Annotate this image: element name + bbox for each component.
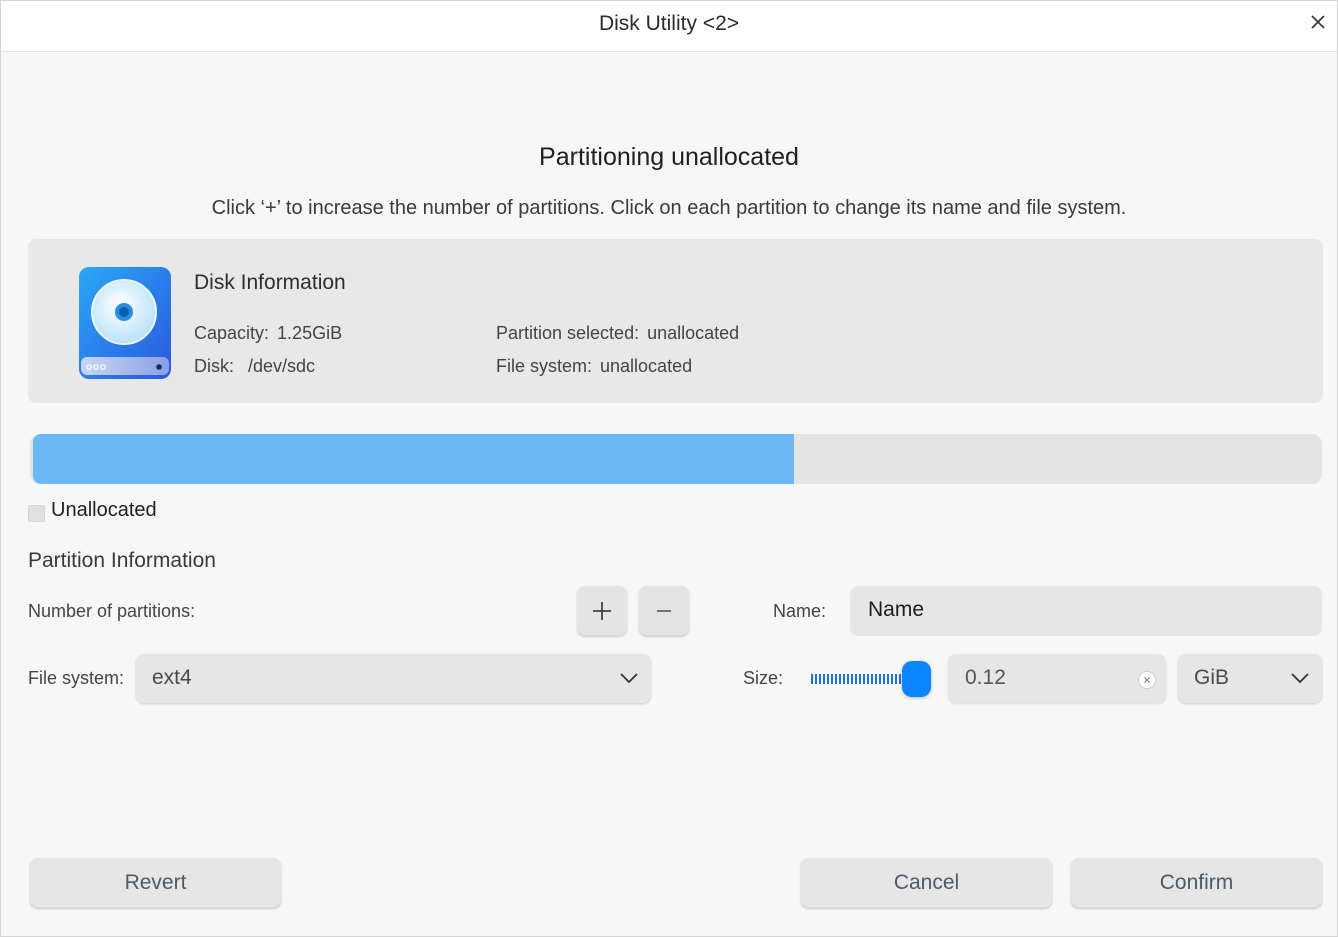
disk-row: Disk: /dev/sdc [194, 356, 315, 377]
partition-name-value: Name [868, 598, 925, 621]
size-slider[interactable] [809, 660, 935, 698]
unallocated-legend-swatch [28, 505, 45, 522]
cancel-button[interactable]: Cancel [801, 858, 1052, 908]
disk-utility-window: Disk Utility <2> Partitioning unallocate… [0, 0, 1338, 937]
window-title: Disk Utility <2> [598, 12, 740, 35]
title-bar: Disk Utility <2> [1, 1, 1337, 52]
disk-information-card: Disk Information Capacity: 1.25GiB Disk: /… [28, 239, 1323, 403]
size-unit-value: GiB [1194, 666, 1230, 689]
minus-icon [657, 610, 671, 612]
plus-icon [593, 602, 611, 620]
clear-icon[interactable] [1138, 671, 1156, 689]
capacity-value: 1.25GiB [277, 323, 343, 343]
file-system-info-row: File system: unallocated [496, 356, 692, 377]
disk-information-title: Disk Information [194, 271, 346, 294]
size-slider-track [811, 674, 903, 684]
name-label: Name: [773, 601, 827, 621]
close-icon [1311, 15, 1325, 29]
partition-selected-row: Partition selected: unallocated [496, 323, 739, 344]
chevron-down-icon [620, 673, 638, 684]
partition-selected-value: unallocated [647, 323, 740, 343]
revert-button[interactable]: Revert [30, 858, 281, 908]
partition-selected-label: Partition selected: [496, 323, 640, 343]
partition-segment[interactable] [33, 434, 794, 484]
disk-value: /dev/sdc [248, 356, 316, 376]
file-system-info-value: unallocated [600, 356, 693, 376]
file-system-selected-value: ext4 [152, 666, 192, 689]
close-button[interactable] [1305, 9, 1331, 35]
capacity-label: Capacity: [194, 323, 270, 343]
confirm-button[interactable]: Confirm [1071, 858, 1322, 908]
partition-bar[interactable] [30, 434, 1322, 484]
hard-disk-icon [79, 267, 171, 379]
size-label: Size: [743, 668, 784, 688]
partition-information-title: Partition Information [28, 549, 216, 572]
page-title: Partitioning unallocated [539, 143, 799, 171]
size-unit-select[interactable]: GiB [1178, 654, 1322, 703]
chevron-down-icon [1291, 673, 1309, 684]
add-partition-button[interactable] [577, 586, 627, 636]
remove-partition-button[interactable] [639, 586, 689, 636]
disk-label: Disk: [194, 356, 234, 376]
file-system-select[interactable]: ext4 [136, 654, 651, 703]
size-input[interactable]: 0.12 [948, 654, 1166, 703]
page-instructions: Click ‘+’ to increase the number of part… [211, 197, 1127, 219]
size-slider-handle[interactable] [902, 661, 931, 697]
partition-name-input[interactable]: Name [850, 586, 1322, 636]
number-of-partitions-label: Number of partitions: [28, 601, 196, 621]
unallocated-legend-label: Unallocated [51, 499, 157, 521]
file-system-info-label: File system: [496, 356, 593, 376]
file-system-label: File system: [28, 668, 125, 688]
size-value: 0.12 [965, 666, 1006, 689]
capacity-row: Capacity: 1.25GiB [194, 323, 342, 344]
